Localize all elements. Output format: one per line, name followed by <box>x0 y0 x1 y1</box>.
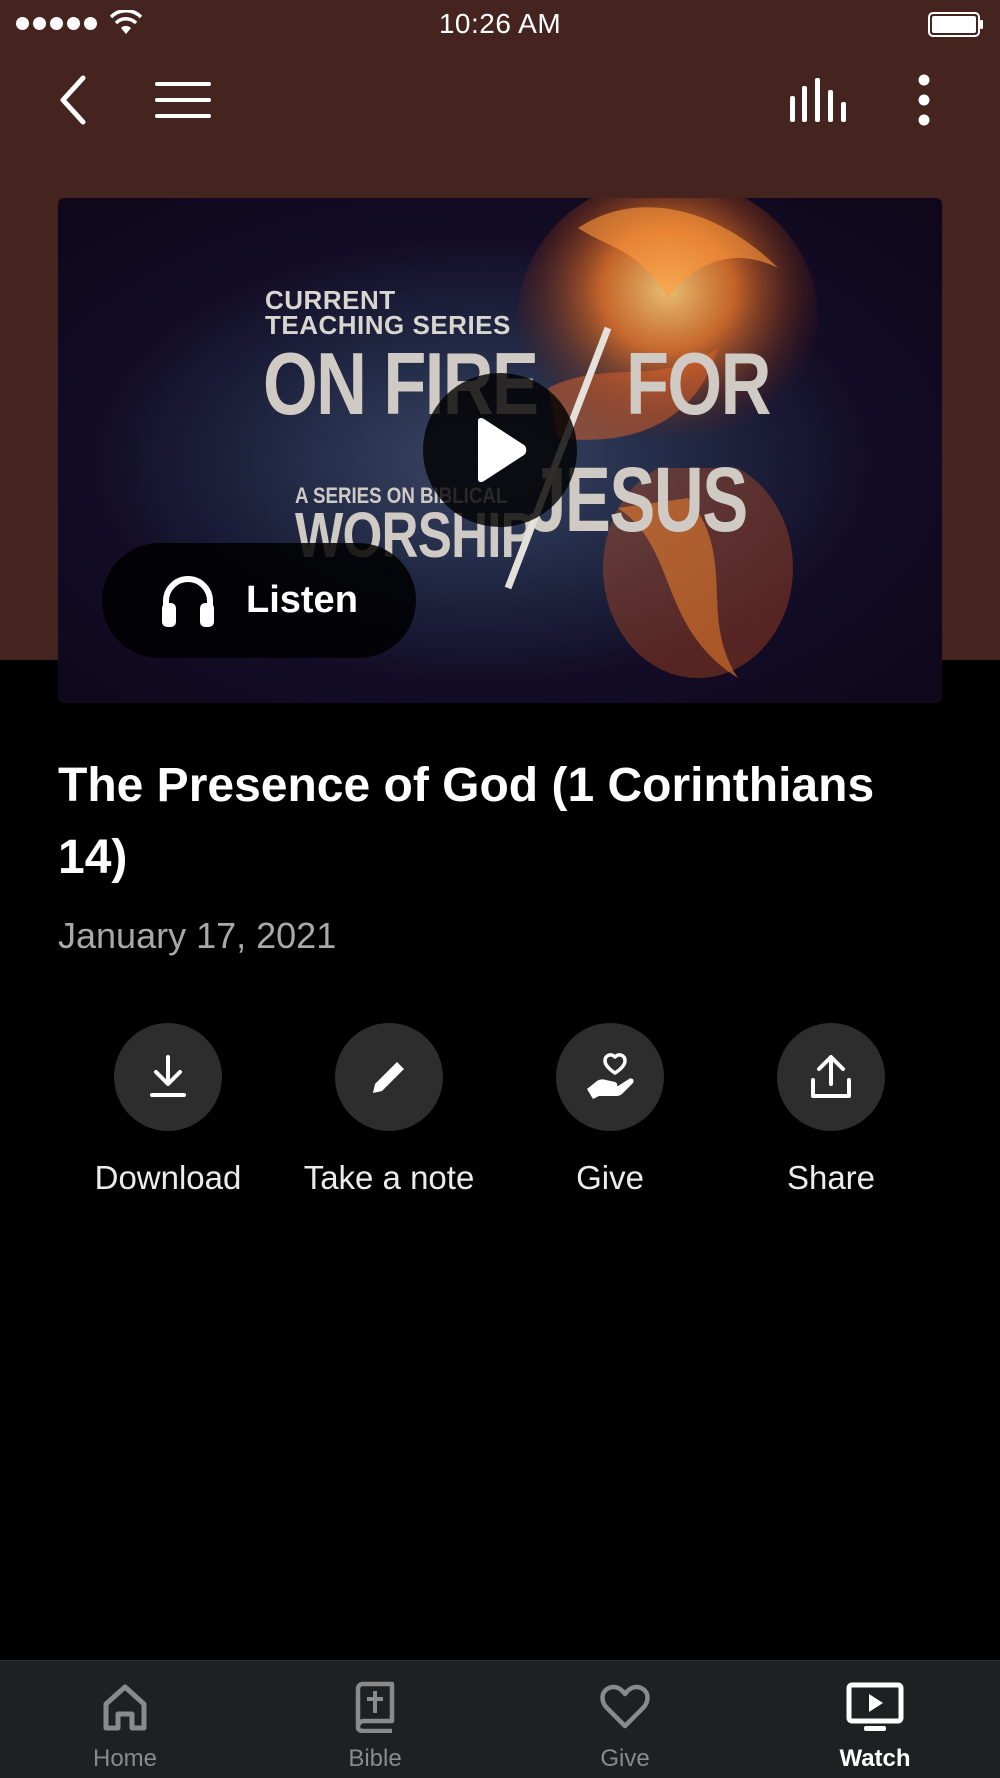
status-time: 10:26 AM <box>438 8 562 39</box>
home-icon <box>103 1684 147 1731</box>
heart-icon <box>600 1684 650 1729</box>
give-button[interactable]: Give <box>500 1023 720 1197</box>
play-button[interactable] <box>423 373 577 527</box>
status-bar: 10:26 AM <box>0 0 1000 50</box>
share-icon <box>811 1055 851 1098</box>
menu-icon <box>155 82 211 118</box>
audio-levels-icon <box>790 78 846 122</box>
sermon-title: The Presence of God (1 Corinthians 14) <box>58 759 875 884</box>
bible-icon <box>355 1681 395 1733</box>
download-label: Download <box>94 1159 242 1196</box>
share-button[interactable]: Share <box>721 1023 941 1197</box>
tab-watch[interactable]: Watch <box>750 1661 1000 1778</box>
download-circle[interactable] <box>114 1023 222 1131</box>
take-note-circle[interactable] <box>335 1023 443 1131</box>
tab-give[interactable]: Give <box>500 1661 750 1778</box>
sermon-artwork[interactable]: CURRENT TEACHING SERIES ON FIRE FOR A SE… <box>58 198 942 703</box>
take-note-label: Take a note <box>303 1159 475 1196</box>
back-icon <box>60 75 86 125</box>
headphones-icon <box>162 575 214 627</box>
tab-give-label: Give <box>600 1745 650 1772</box>
hand-heart-icon <box>587 1053 634 1099</box>
play-icon <box>478 417 527 483</box>
tab-home-label: Home <box>92 1745 158 1772</box>
take-note-button[interactable]: Take a note <box>279 1023 499 1197</box>
more-vertical-icon <box>918 74 930 126</box>
tab-home[interactable]: Home <box>0 1661 250 1778</box>
share-circle[interactable] <box>777 1023 885 1131</box>
artwork-text: CURRENT TEACHING SERIES <box>265 285 511 340</box>
more-button[interactable] <box>900 70 948 130</box>
battery-icon <box>928 12 983 37</box>
tab-watch-label: Watch <box>839 1745 911 1772</box>
listen-label: Listen <box>246 579 358 621</box>
tab-bible[interactable]: Bible <box>250 1661 500 1778</box>
tab-bible-label: Bible <box>348 1745 402 1772</box>
tab-bar: Home Bible Give Watch <box>0 1660 1000 1778</box>
tv-play-icon <box>846 1682 904 1731</box>
download-icon <box>150 1055 186 1097</box>
download-button[interactable]: Download <box>58 1023 278 1197</box>
pencil-icon <box>373 1062 404 1093</box>
listen-button[interactable]: Listen <box>102 543 416 658</box>
share-label: Share <box>786 1159 876 1196</box>
give-label: Give <box>576 1159 644 1196</box>
sermon-date: January 17, 2021 <box>58 915 337 956</box>
menu-button[interactable] <box>150 70 216 130</box>
back-button[interactable] <box>48 70 98 130</box>
artwork-text-for: FOR <box>626 334 771 433</box>
audio-levels-button[interactable] <box>780 70 856 130</box>
give-circle[interactable] <box>556 1023 664 1131</box>
